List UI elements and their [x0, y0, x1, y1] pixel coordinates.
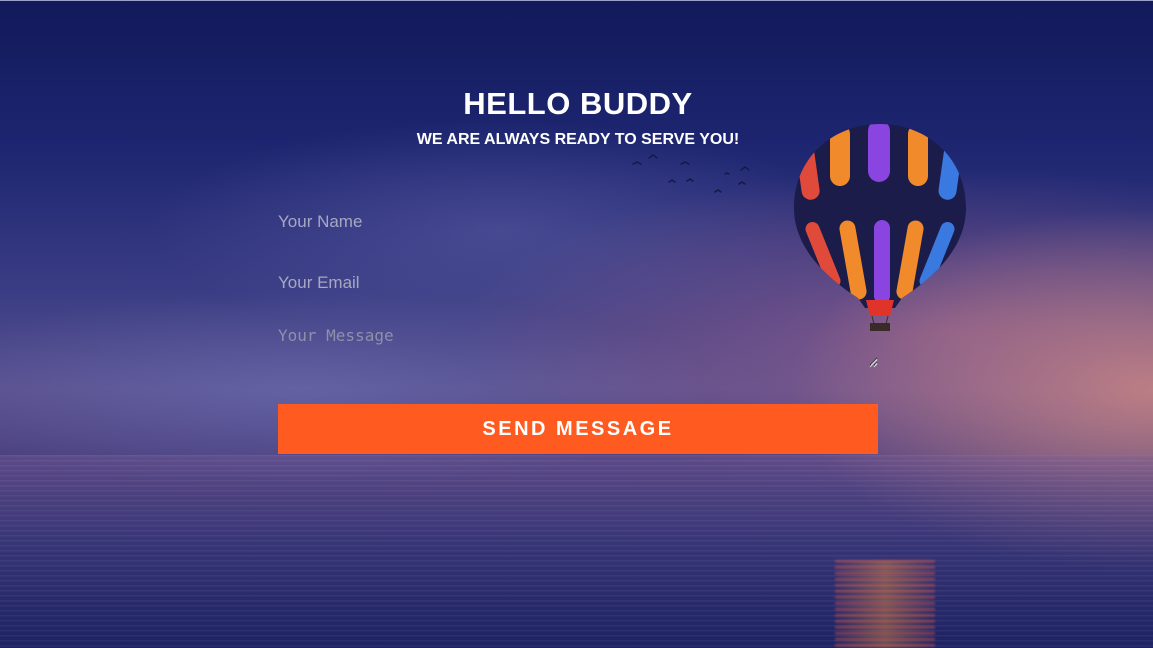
resize-handle-icon[interactable] [868, 358, 878, 368]
page-subtitle: WE ARE ALWAYS READY TO SERVE YOU! [416, 131, 740, 148]
email-input[interactable] [278, 271, 878, 295]
send-message-button[interactable]: SEND MESSAGE [278, 404, 878, 454]
balloon-reflection [835, 560, 935, 648]
page-title: HELLO BUDDY [463, 86, 693, 121]
message-textarea[interactable] [278, 326, 878, 366]
name-input[interactable] [278, 210, 878, 234]
water-surface [0, 455, 1153, 648]
top-border [0, 0, 1153, 1]
birds-icon [632, 154, 750, 193]
